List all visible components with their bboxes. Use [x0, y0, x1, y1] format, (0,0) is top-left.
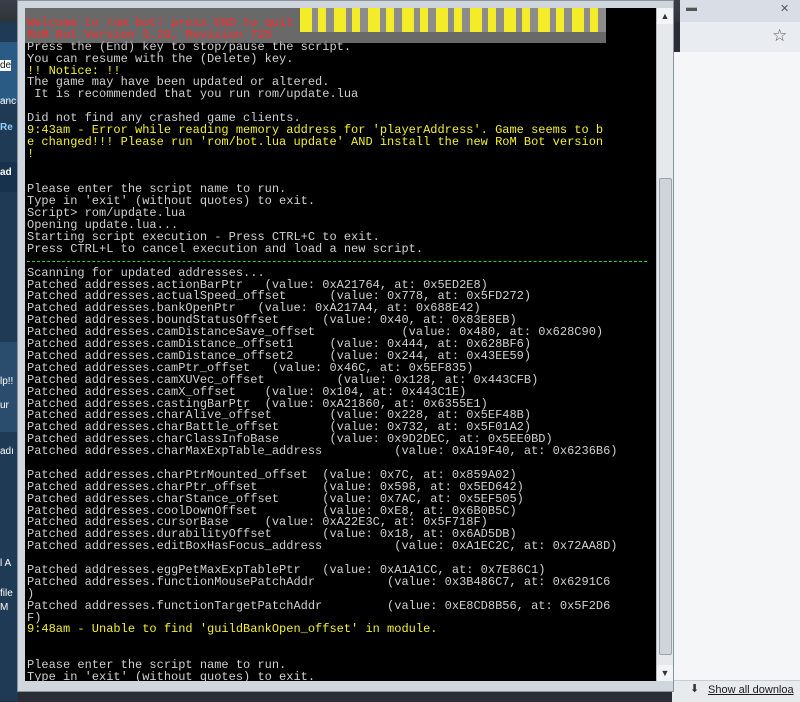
bg-text-fragment: adı	[0, 446, 14, 457]
console-line: 9:48am - Unable to find 'guildBankOpen_o…	[27, 622, 438, 637]
console-scrollbar[interactable]: ▲ ▼	[656, 8, 673, 681]
console-line: Press CTRL+L to cancel execution and loa…	[27, 241, 424, 256]
console-line: It is recommended that you run rom/updat…	[27, 87, 359, 102]
scrollbar-thumb[interactable]	[659, 178, 672, 655]
console-line: Type in 'exit' (without quotes) to exit.	[27, 669, 316, 681]
bg-text-fragment: Re	[0, 122, 13, 133]
bg-text-fragment: M	[0, 602, 9, 613]
bg-text-fragment: de	[0, 60, 12, 71]
console-line: Patched addresses.editBoxHasFocus_addres…	[27, 539, 618, 554]
download-arrow-icon: ⬇	[690, 683, 700, 695]
console-lines: Welcome to rom bot! press END to quitRoM…	[27, 18, 647, 681]
bg-text-fragment: ad	[0, 167, 12, 178]
minimize-icon[interactable]: ▬	[686, 2, 697, 14]
scroll-up-arrow-icon[interactable]: ▲	[657, 8, 673, 24]
background-page-left-edge: de anc Re ad lp!! ur adı l A file M	[0, 22, 18, 701]
console-line: Patched addresses.functionMousePatchAddr…	[27, 574, 611, 589]
console-header-lines: Welcome to rom bot! press END to quit Ro…	[27, 17, 293, 42]
console-line: e changed!!! Please run 'rom/bot.lua upd…	[27, 134, 604, 149]
console-line: RoM Bot Version 3.29, Revision 725	[27, 27, 272, 42]
console-line: !	[27, 146, 35, 161]
console-output[interactable]: Welcome to rom bot! press END to quitRoM…	[25, 8, 656, 681]
console-line: Patched addresses.charMaxExpTable_addres…	[27, 444, 618, 459]
bookmark-star-icon[interactable]: ☆	[772, 26, 787, 46]
console-title-blocks	[300, 8, 606, 32]
show-all-downloads-link[interactable]: Show all downloa	[708, 684, 794, 696]
bg-text-fragment: anc	[0, 96, 17, 107]
bg-text-fragment: lp!!	[0, 376, 14, 387]
bg-text-fragment: file	[0, 588, 13, 599]
close-icon[interactable]: ✕	[780, 2, 789, 15]
bg-text-fragment: l A	[0, 558, 12, 569]
webpage-background	[672, 52, 800, 682]
console-line: Patched addresses.functionTargetPatchAdd…	[27, 598, 611, 613]
scroll-down-arrow-icon[interactable]: ▼	[657, 665, 673, 681]
bg-text-fragment: ur	[0, 400, 9, 411]
browser-tab-area: ▬ ✕	[680, 0, 800, 23]
